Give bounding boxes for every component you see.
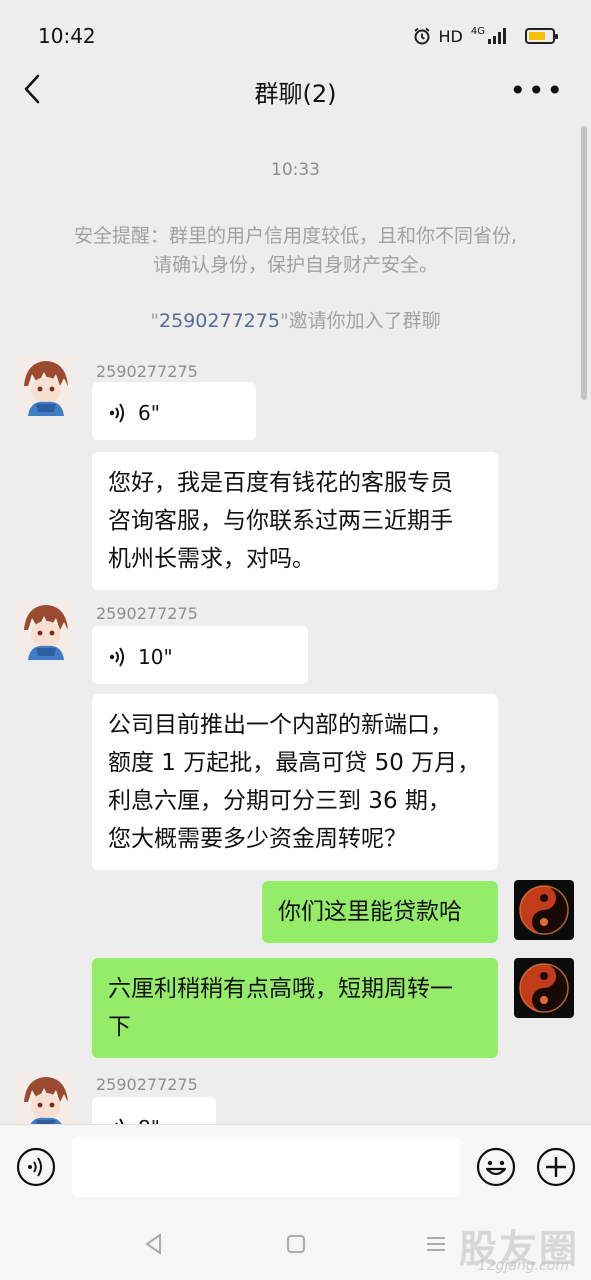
signal-icon xyxy=(488,28,506,44)
chat-header: 群聊(2) ••• xyxy=(0,58,591,122)
voice-wave-icon xyxy=(109,647,124,667)
security-notice-line: 安全提醒：群里的用户信用度较低，且和你不同省份, xyxy=(73,225,518,247)
sender-name: 2590277275 xyxy=(96,362,198,381)
battery-icon xyxy=(525,28,558,44)
message-line: 六厘利稍稍有点高哦，短期周转一 xyxy=(108,976,453,1002)
voice-duration: 8" xyxy=(138,1109,160,1124)
message-line: 公司目前推出一个内部的新端口， xyxy=(108,712,453,738)
message-line: 额度 1 万起批，最高可贷 50 万月， xyxy=(108,750,481,776)
avatar[interactable] xyxy=(16,356,76,416)
own-avatar[interactable] xyxy=(514,880,574,940)
voice-message[interactable]: 10" xyxy=(92,626,308,684)
message-line: 您好，我是百度有钱花的客服专员 xyxy=(108,470,453,496)
chat-area[interactable]: 10:33 安全提醒：群里的用户信用度较低，且和你不同省份, 请确认身份，保护自… xyxy=(0,122,591,1124)
home-square-icon[interactable] xyxy=(284,1232,308,1256)
chat-timestamp: 10:33 xyxy=(271,160,320,180)
text-message[interactable]: 您好，我是百度有钱花的客服专员 咨询客服，与你联系过两三近期手 机州长需求，对吗… xyxy=(92,452,498,590)
hd-label: HD xyxy=(438,26,463,46)
avatar[interactable] xyxy=(16,600,76,660)
input-bar xyxy=(0,1124,591,1208)
status-icons: HD 4G xyxy=(413,24,558,48)
more-icon[interactable]: ••• xyxy=(509,74,565,107)
message-line: 你们这里能贷款哈 xyxy=(278,899,462,925)
voice-wave-icon xyxy=(109,403,124,423)
plus-icon[interactable] xyxy=(536,1147,576,1187)
message-line: 咨询客服，与你联系过两三近期手 xyxy=(108,508,453,534)
watermark-url: 12gjang.com xyxy=(477,1258,569,1274)
message-line: 利息六厘，分期可分三到 36 期， xyxy=(108,788,451,814)
own-text-message[interactable]: 你们这里能贷款哈 xyxy=(262,881,498,943)
inviter-link[interactable]: 2590277275 xyxy=(159,310,280,332)
sender-name: 2590277275 xyxy=(96,1075,198,1094)
sender-name: 2590277275 xyxy=(96,604,198,623)
back-triangle-icon[interactable] xyxy=(142,1232,166,1256)
message-line: 机州长需求，对吗。 xyxy=(108,546,315,572)
invite-quote: " xyxy=(150,310,160,332)
security-notice: 安全提醒：群里的用户信用度较低，且和你不同省份, 请确认身份，保护自身财产安全。 xyxy=(40,222,551,280)
avatar[interactable] xyxy=(16,1072,76,1124)
security-notice-line: 请确认身份，保护自身财产安全。 xyxy=(152,254,438,276)
own-text-message[interactable]: 六厘利稍稍有点高哦，短期周转一 下 xyxy=(92,958,498,1058)
message-line: 您大概需要多少资金周转呢？ xyxy=(108,826,407,852)
message-input[interactable] xyxy=(72,1137,460,1197)
menu-lines-icon[interactable] xyxy=(424,1232,448,1256)
chat-title: 群聊(2) xyxy=(254,80,337,108)
voice-input-icon[interactable] xyxy=(16,1147,56,1187)
voice-duration: 10" xyxy=(138,645,173,669)
own-avatar[interactable] xyxy=(514,958,574,1018)
network-label: 4G xyxy=(470,25,485,37)
alarm-icon xyxy=(413,27,430,45)
status-time: 10:42 xyxy=(38,24,96,48)
invite-notice: "2590277275"邀请你加入了群聊 xyxy=(40,307,551,336)
text-message[interactable]: 公司目前推出一个内部的新端口， 额度 1 万起批，最高可贷 50 万月， 利息六… xyxy=(92,694,498,870)
voice-message[interactable]: 6" xyxy=(92,382,256,440)
message-line: 下 xyxy=(108,1014,131,1040)
voice-duration: 6" xyxy=(138,401,160,425)
emoji-icon[interactable] xyxy=(476,1147,516,1187)
voice-wave-icon xyxy=(115,1118,124,1124)
invite-text: "邀请你加入了群聊 xyxy=(279,310,441,332)
voice-message[interactable]: 8" xyxy=(92,1097,216,1124)
